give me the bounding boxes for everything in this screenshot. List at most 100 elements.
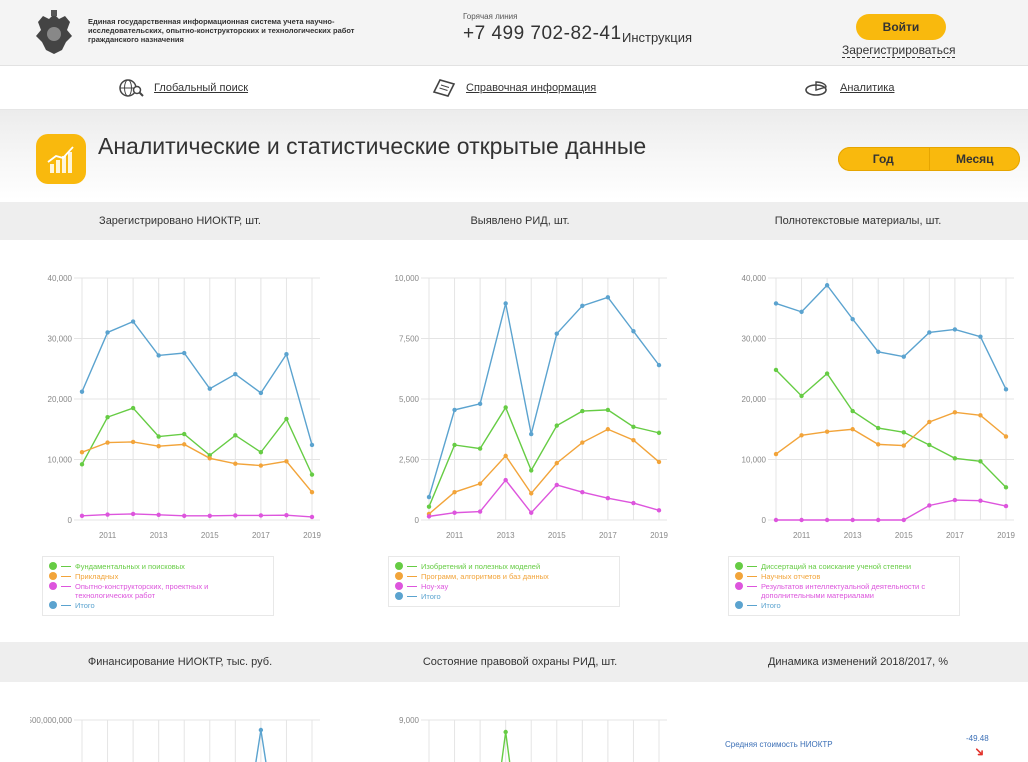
data-point (156, 353, 161, 358)
legend-rid-identified: Изобретений и полезных моделей Программ, … (388, 556, 620, 607)
data-point (284, 416, 289, 422)
legend-label: Итого (421, 592, 441, 601)
legend-entry[interactable]: Научных отчетов (735, 572, 953, 581)
data-point (656, 430, 662, 436)
x-tick-label: 2019 (650, 531, 668, 540)
data-point (233, 513, 238, 518)
legend-marker (735, 582, 743, 590)
legend-label: Опытно-конструкторских, проектных и техн… (75, 582, 209, 600)
section-title-legal-protection: Состояние правовой охраны РИД, шт. (422, 656, 618, 668)
legend-label: Итого (761, 601, 781, 610)
data-point (452, 442, 457, 448)
x-tick-label: 2013 (497, 531, 515, 540)
legend-entry[interactable]: Диссертаций на соискание ученой степени (735, 562, 953, 571)
data-point (503, 477, 508, 483)
legend-marker (735, 562, 743, 570)
y-tick-label: 20,000 (48, 395, 73, 404)
legend-entry[interactable]: Ноу-хау (395, 582, 613, 591)
chart-registered-niokr: 0 10,000 20,000 30,000 40,000 2011 2013 2015 201… (48, 274, 322, 540)
period-month-button[interactable]: Месяц (930, 147, 1021, 171)
x-tick-label: 2015 (201, 531, 219, 540)
data-point (580, 408, 585, 414)
analytics-pie-icon (805, 81, 827, 96)
series-line (81, 513, 313, 518)
data-point (580, 489, 585, 495)
data-point (258, 727, 264, 733)
series-line (428, 296, 660, 498)
legend-entry[interactable]: Итого (395, 592, 613, 601)
legend-entry[interactable]: Изобретений и полезных моделей (395, 562, 613, 571)
y-tick-label: 10,000 (395, 274, 420, 283)
data-point (631, 329, 636, 334)
data-point (130, 439, 136, 445)
data-point (605, 295, 611, 300)
y-tick-label: 30,000 (48, 335, 73, 344)
register-link[interactable]: Зарегистрироваться (842, 44, 956, 58)
legend-entry[interactable]: Опытно-конструкторских, проектных и техн… (49, 582, 267, 600)
legend-marker (49, 572, 57, 580)
hotline-phone[interactable]: +7 499 702-82-41 (463, 23, 622, 45)
legend-label: Ноу-хау (421, 582, 449, 591)
data-point (773, 301, 779, 306)
data-point (79, 389, 85, 394)
legend-label: Итого (75, 601, 95, 610)
y-tick-label: 0 (762, 516, 767, 525)
legend-entry[interactable]: Итого (735, 601, 953, 610)
legend-entry[interactable]: Результатов интеллектуальной деятельност… (735, 582, 953, 600)
data-point (799, 393, 804, 399)
legend-label: Изобретений и полезных моделей (421, 562, 541, 571)
reference-book-icon (432, 79, 456, 97)
legend-entry[interactable]: Прикладных (49, 572, 267, 581)
y-tick-label: 40,000 (742, 274, 767, 283)
data-point (503, 405, 508, 410)
legend-marker (49, 562, 57, 570)
x-tick-label: 2017 (946, 531, 964, 540)
nav-item-analytics[interactable]: Аналитика (804, 78, 894, 98)
data-point (850, 517, 855, 523)
data-point (927, 442, 932, 448)
data-point (426, 514, 432, 519)
legend-marker (49, 601, 57, 609)
data-point (207, 513, 212, 518)
legend-marker (395, 592, 403, 600)
legend-line-sample (747, 605, 757, 606)
data-point (426, 504, 432, 509)
data-point (1003, 434, 1009, 439)
legend-entry[interactable]: Фундаментальных и поисковых (49, 562, 267, 571)
legend-marker (49, 582, 57, 590)
nav-item-global-search[interactable]: Глобальный поиск (118, 78, 248, 98)
data-point (182, 513, 187, 518)
section-title-financing: Финансирование НИОКТР, тыс. руб. (87, 656, 273, 668)
data-point (79, 462, 85, 467)
series-line (81, 320, 313, 446)
nav-label-global-search: Глобальный поиск (154, 82, 249, 94)
dynamics-item-label[interactable]: Средняя стоимость НИОКТР (725, 740, 833, 749)
legend-entry[interactable]: Итого (49, 601, 267, 610)
data-point (773, 517, 779, 523)
y-tick-label: 0 (415, 516, 420, 525)
period-year-button[interactable]: Год (838, 147, 930, 171)
legend-label: Фундаментальных и поисковых (75, 562, 185, 571)
main-nav: Глобальный поиск Справочная информация А… (0, 66, 1028, 110)
chart-financing: 500,000,000 (30, 716, 320, 762)
data-point (580, 303, 585, 309)
legend-entry[interactable]: Программ, алгоритмов и баз данных (395, 572, 613, 581)
section-title-registered: Зарегистрировано НИОКТР, шт. (99, 215, 261, 227)
y-tick-label: 0 (68, 516, 73, 525)
x-tick-label: 2019 (997, 531, 1015, 540)
data-point (258, 513, 264, 518)
data-point (605, 427, 611, 432)
instructions-link[interactable]: Инструкция (622, 30, 692, 45)
data-point (477, 481, 483, 486)
data-point (426, 494, 432, 500)
data-point (824, 429, 830, 434)
legend-marker (395, 582, 403, 590)
hotline-label: Горячая линия (463, 12, 518, 21)
data-point (605, 407, 611, 413)
data-point (233, 461, 238, 466)
chart-rid-identified: 0 2,500 5,000 7,500 10,000 2011 2013 2015 2017 20… (395, 274, 669, 540)
nav-item-reference[interactable]: Справочная информация (430, 78, 596, 98)
login-button[interactable]: Войти (856, 14, 946, 40)
data-point (824, 517, 830, 523)
legend-fulltext-materials: Диссертаций на соискание ученой степени Н… (728, 556, 960, 616)
